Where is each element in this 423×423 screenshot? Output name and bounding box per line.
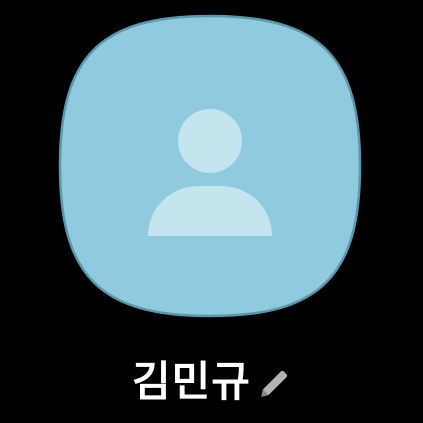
pencil-icon[interactable] [257, 367, 291, 401]
contact-name-row: 김민규 [0, 352, 423, 412]
contact-avatar[interactable] [58, 14, 362, 318]
contact-name: 김민규 [132, 357, 251, 406]
contact-profile-screen: 김민규 [0, 0, 423, 423]
person-icon [58, 14, 362, 318]
